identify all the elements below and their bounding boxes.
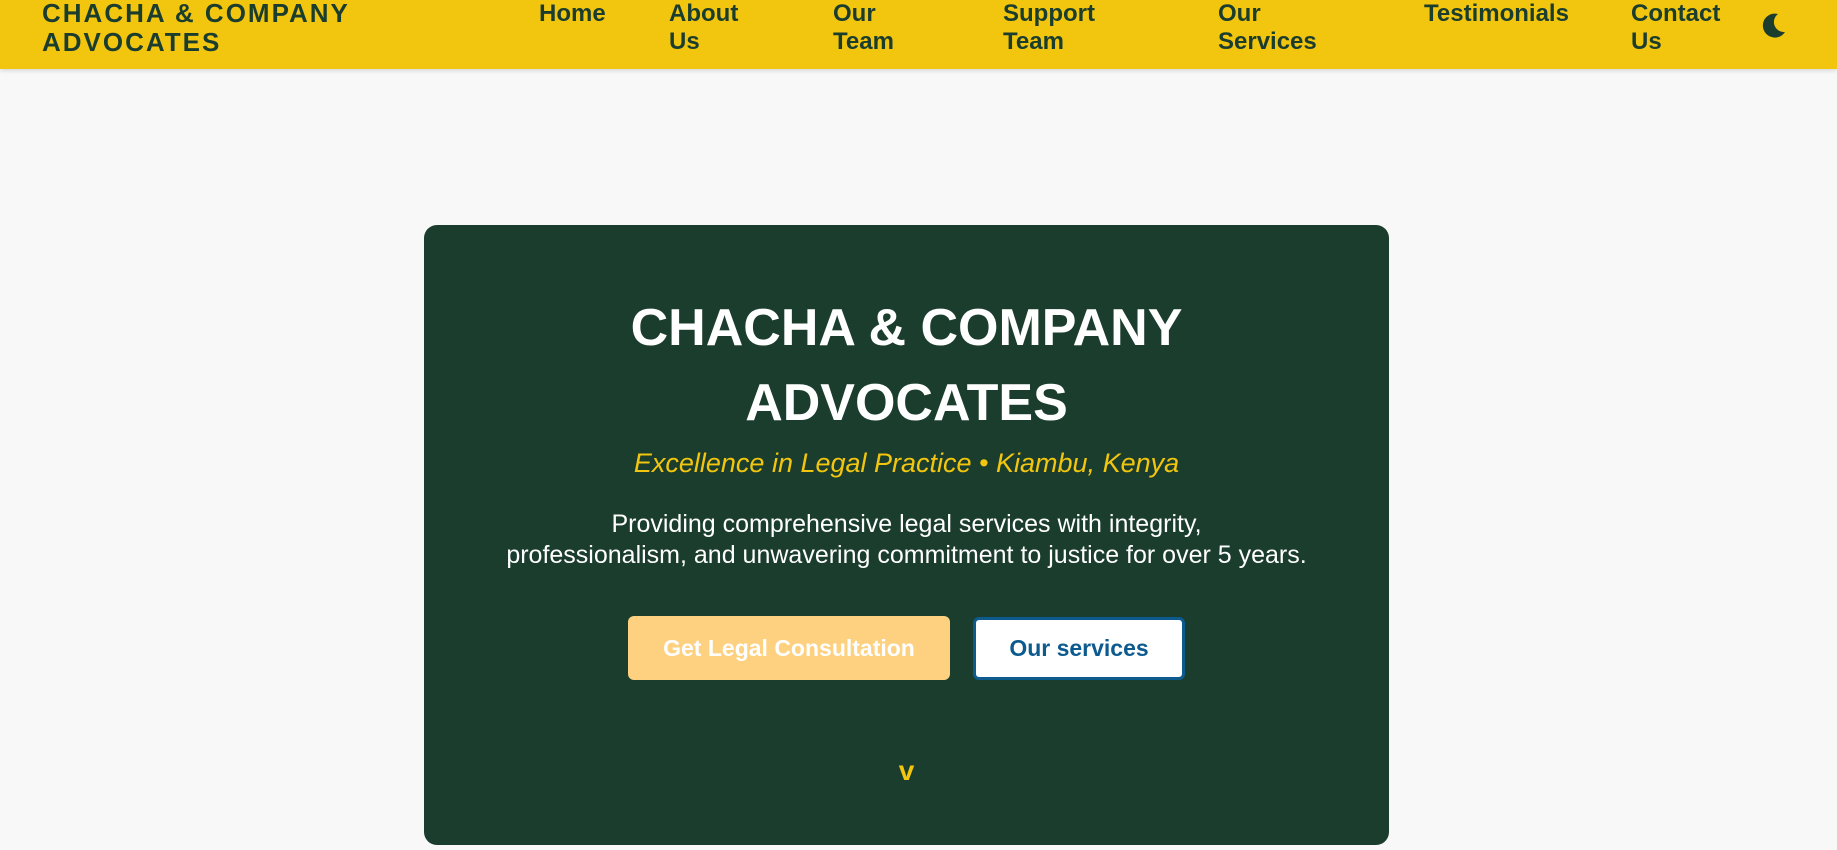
hero-description-line-1: Providing comprehensive legal services w… (611, 510, 1202, 538)
logo-line-2: ADVOCATES (42, 27, 222, 57)
logo-line-1: CHACHA & COMPANY (42, 0, 350, 28)
theme-toggle-button[interactable] (1757, 10, 1789, 42)
nav-our-team[interactable]: Our Team (815, 0, 894, 56)
site-logo[interactable]: CHACHA & COMPANY ADVOCATES (42, 0, 372, 57)
hero-title-line-1: CHACHA & COMPANY (630, 299, 1183, 357)
nav-our-services[interactable]: Our Services (1200, 0, 1317, 56)
nav-testimonials[interactable]: Testimonials (1406, 0, 1569, 28)
nav-support-team[interactable]: Support Team (985, 0, 1095, 56)
nav-contact-us[interactable]: Contact Us (1613, 0, 1720, 56)
hero-tagline: Excellence in Legal Practice • Kiambu, K… (633, 448, 1180, 478)
hero-title: CHACHA & COMPANY ADVOCATES (424, 291, 1389, 441)
get-legal-consultation-button[interactable]: Get Legal Consultation (628, 616, 950, 680)
scroll-down-icon[interactable]: v (424, 755, 1389, 787)
hero-card: CHACHA & COMPANY ADVOCATES Excellence in… (424, 225, 1389, 845)
hero-description-line-2: professionalism, and unwavering commitme… (506, 541, 1307, 569)
hero-description: Providing comprehensive legal services w… (424, 509, 1389, 571)
our-services-button[interactable]: Our services (973, 617, 1185, 680)
site-header: CHACHA & COMPANY ADVOCATES Home About Us… (0, 0, 1837, 69)
nav-about-us[interactable]: About Us (651, 0, 738, 56)
nav-home[interactable]: Home (521, 0, 606, 28)
moon-icon (1762, 13, 1785, 38)
hero-title-line-2: ADVOCATES (745, 374, 1068, 432)
